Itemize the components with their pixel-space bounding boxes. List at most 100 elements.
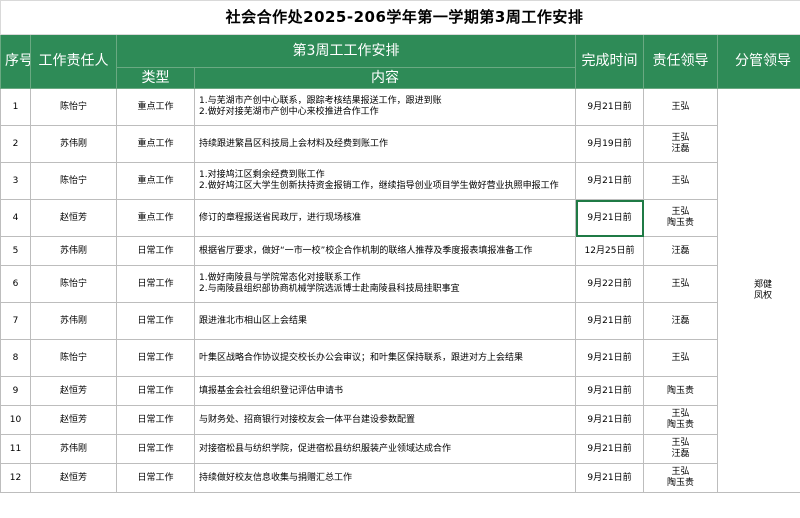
cell-supervisor[interactable]: 郑健 凤权 [717, 88, 800, 493]
cell-leader[interactable]: 陶玉贵 [643, 376, 718, 406]
cell-type[interactable]: 日常工作 [116, 236, 195, 266]
cell-type[interactable]: 重点工作 [116, 125, 195, 163]
cell-deadline[interactable]: 9月21日前 [575, 405, 644, 435]
cell-deadline[interactable]: 9月19日前 [575, 125, 644, 163]
cell-deadline[interactable]: 9月21日前 [575, 339, 644, 377]
cell-seq[interactable]: 9 [0, 376, 31, 406]
content-line: 与财务处、招商银行对接校友会一体平台建设参数配置 [199, 414, 416, 425]
cell-seq[interactable]: 11 [0, 434, 31, 464]
cell-type[interactable]: 日常工作 [116, 434, 195, 464]
cell-seq[interactable]: 10 [0, 405, 31, 435]
cell-leader[interactable]: 王弘 陶玉贵 [643, 199, 718, 237]
sheet-title[interactable]: 社会合作处2025-206学年第一学期第3周工作安排 [0, 0, 800, 35]
cell-leader[interactable]: 汪磊 [643, 236, 718, 266]
cell-deadline[interactable]: 12月25日前 [575, 236, 644, 266]
cell-content[interactable]: 1.做好南陵县与学院常态化对接联系工作 2.与南陵县组织部协商机械学院选派博士赴… [194, 265, 576, 303]
cell-seq[interactable]: 2 [0, 125, 31, 163]
leader-name: 汪磊 [671, 315, 690, 326]
cell-owner[interactable]: 陈怡宁 [30, 88, 117, 126]
cell-deadline[interactable]: 9月21日前 [575, 162, 644, 200]
cell-leader[interactable]: 王弘 陶玉贵 [643, 405, 718, 435]
leader-name: 王弘 [671, 101, 690, 112]
cell-leader[interactable]: 王弘 [643, 339, 718, 377]
cell-seq[interactable]: 6 [0, 265, 31, 303]
work-schedule-table: 社会合作处2025-206学年第一学期第3周工作安排 序号 工作责任人 第3周工… [0, 0, 800, 493]
cell-content[interactable]: 持续做好校友信息收集与捐赠汇总工作 [194, 463, 576, 493]
cell-content[interactable]: 填报基金会社会组织登记评估申请书 [194, 376, 576, 406]
cell-owner[interactable]: 赵恒芳 [30, 463, 117, 493]
cell-owner[interactable]: 苏伟刚 [30, 236, 117, 266]
leader-name: 王弘 [671, 467, 690, 477]
cell-leader[interactable]: 王弘 汪磊 [643, 434, 718, 464]
cell-seq[interactable]: 3 [0, 162, 31, 200]
cell-seq[interactable]: 12 [0, 463, 31, 493]
table-row: 2 苏伟刚 重点工作 持续跟进繁昌区科技局上会材料及经费到账工作 9月19日前 … [0, 125, 800, 163]
cell-content[interactable]: 跟进淮北市相山区上会结果 [194, 302, 576, 340]
header-type[interactable]: 类型 [116, 67, 195, 89]
cell-owner[interactable]: 赵恒芳 [30, 405, 117, 435]
header-deadline[interactable]: 完成时间 [575, 34, 644, 89]
cell-leader[interactable]: 王弘 [643, 88, 718, 126]
content-line: 持续做好校友信息收集与捐赠汇总工作 [199, 472, 353, 483]
header-supervisor[interactable]: 分管领导 [717, 34, 800, 89]
cell-type[interactable]: 日常工作 [116, 302, 195, 340]
cell-type[interactable]: 重点工作 [116, 162, 195, 200]
header-content[interactable]: 内容 [194, 67, 576, 89]
cell-deadline[interactable]: 9月21日前 [575, 463, 644, 493]
leader-name: 王弘 [671, 278, 690, 289]
cell-deadline[interactable]: 9月21日前 [575, 376, 644, 406]
cell-owner[interactable]: 赵恒芳 [30, 199, 117, 237]
cell-seq[interactable]: 4 [0, 199, 31, 237]
cell-type[interactable]: 日常工作 [116, 265, 195, 303]
cell-content[interactable]: 1.对接鸠江区剩余经费到账工作 2.做好鸠江区大学生创新扶持资金报销工作，继续指… [194, 162, 576, 200]
cell-type[interactable]: 重点工作 [116, 88, 195, 126]
cell-deadline[interactable]: 9月21日前 [575, 434, 644, 464]
table-row: 5 苏伟刚 日常工作 根据省厅要求，做好“一市一校”校企合作机制的联络人推荐及季… [0, 236, 800, 266]
cell-leader[interactable]: 王弘 汪磊 [643, 125, 718, 163]
content-line: 1.对接鸠江区剩余经费到账工作 [199, 170, 325, 180]
cell-owner[interactable]: 赵恒芳 [30, 376, 117, 406]
content-line: 2.做好鸠江区大学生创新扶持资金报销工作，继续指导创业项目学生做好营业执照申报工… [199, 181, 559, 191]
leader-name: 王弘 [671, 438, 690, 448]
cell-type[interactable]: 日常工作 [116, 405, 195, 435]
cell-leader[interactable]: 王弘 [643, 162, 718, 200]
cell-seq[interactable]: 1 [0, 88, 31, 126]
cell-seq[interactable]: 8 [0, 339, 31, 377]
cell-leader[interactable]: 王弘 [643, 265, 718, 303]
cell-leader[interactable]: 汪磊 [643, 302, 718, 340]
cell-deadline-selected[interactable]: 9月21日前 [575, 199, 644, 237]
header-plan[interactable]: 第3周工工作安排 [116, 34, 576, 68]
cell-owner[interactable]: 苏伟刚 [30, 125, 117, 163]
table-row: 8 陈怡宁 日常工作 叶集区战略合作协议提交校长办公会审议；和叶集区保持联系，跟… [0, 339, 800, 377]
cell-type[interactable]: 日常工作 [116, 339, 195, 377]
cell-leader[interactable]: 王弘 陶玉贵 [643, 463, 718, 493]
cell-content[interactable]: 1.与芜湖市产创中心联系，跟踪考核结果报送工作，跟进到账 2.做好对接芜湖市产创… [194, 88, 576, 126]
cell-deadline[interactable]: 9月22日前 [575, 265, 644, 303]
table-row: 10 赵恒芳 日常工作 与财务处、招商银行对接校友会一体平台建设参数配置 9月2… [0, 405, 800, 435]
cell-content[interactable]: 与财务处、招商银行对接校友会一体平台建设参数配置 [194, 405, 576, 435]
cell-content[interactable]: 根据省厅要求，做好“一市一校”校企合作机制的联络人推荐及季度报表填报准备工作 [194, 236, 576, 266]
cell-type[interactable]: 日常工作 [116, 463, 195, 493]
cell-owner[interactable]: 苏伟刚 [30, 302, 117, 340]
content-line: 跟进淮北市相山区上会结果 [199, 315, 308, 326]
cell-content[interactable]: 修订的章程报送省民政厅，进行现场核准 [194, 199, 576, 237]
cell-owner[interactable]: 陈怡宁 [30, 339, 117, 377]
cell-seq[interactable]: 7 [0, 302, 31, 340]
cell-seq[interactable]: 5 [0, 236, 31, 266]
cell-type[interactable]: 日常工作 [116, 376, 195, 406]
cell-type[interactable]: 重点工作 [116, 199, 195, 237]
content-line: 1.做好南陵县与学院常态化对接联系工作 [199, 273, 361, 283]
cell-content[interactable]: 叶集区战略合作协议提交校长办公会审议；和叶集区保持联系，跟进对方上会结果 [194, 339, 576, 377]
content-line: 2.做好对接芜湖市产创中心来校推进合作工作 [199, 107, 379, 117]
header-owner[interactable]: 工作责任人 [30, 34, 117, 89]
cell-owner[interactable]: 陈怡宁 [30, 162, 117, 200]
header-seq[interactable]: 序号 [0, 34, 31, 89]
supervisor-name: 郑健 [753, 279, 772, 290]
cell-deadline[interactable]: 9月21日前 [575, 302, 644, 340]
header-leader[interactable]: 责任领导 [643, 34, 718, 89]
cell-owner[interactable]: 陈怡宁 [30, 265, 117, 303]
cell-content[interactable]: 持续跟进繁昌区科技局上会材料及经费到账工作 [194, 125, 576, 163]
cell-content[interactable]: 对接宿松县与纺织学院，促进宿松县纺织服装产业领域达成合作 [194, 434, 576, 464]
cell-owner[interactable]: 苏伟刚 [30, 434, 117, 464]
cell-deadline[interactable]: 9月21日前 [575, 88, 644, 126]
